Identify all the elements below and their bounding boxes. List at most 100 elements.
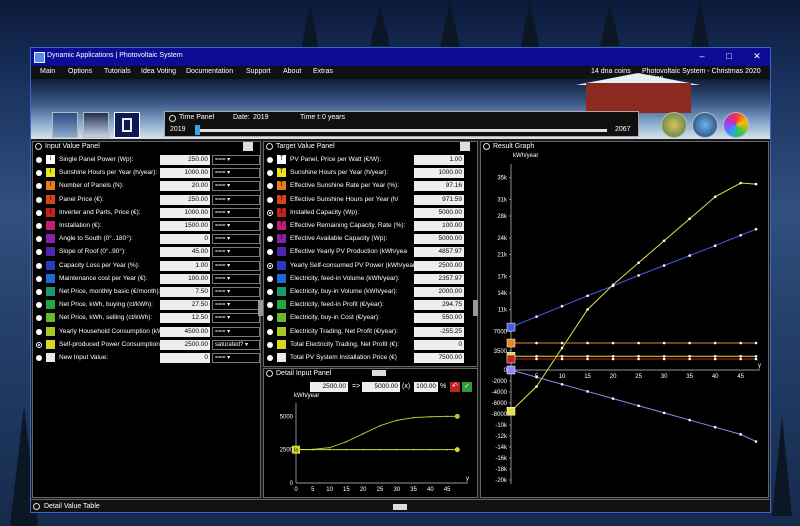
menu-tutorials[interactable]: Tutorials <box>104 68 131 75</box>
select-radio[interactable] <box>267 223 273 229</box>
input-value-field[interactable]: 45.00 <box>160 247 210 258</box>
edit-icon[interactable] <box>460 142 470 151</box>
select-radio[interactable] <box>267 341 273 348</box>
select-radio[interactable] <box>36 223 42 229</box>
select-radio[interactable] <box>36 236 42 243</box>
input-value-field[interactable]: 1000.00 <box>160 168 210 179</box>
color-swatch-icon[interactable] <box>277 273 286 283</box>
color-swatch-icon[interactable]: I <box>46 168 55 178</box>
select-radio[interactable] <box>267 289 273 295</box>
mode-dropdown[interactable]: === ▾ <box>212 155 260 165</box>
color-swatch-icon[interactable] <box>46 300 55 310</box>
color-swatch-icon[interactable] <box>46 313 55 323</box>
select-radio[interactable] <box>267 315 273 322</box>
select-radio[interactable] <box>36 355 42 361</box>
minimize-button[interactable]: – <box>692 50 712 63</box>
color-swatch-icon[interactable] <box>277 300 286 310</box>
mode-dropdown[interactable]: === ▾ <box>212 247 260 258</box>
select-radio[interactable] <box>36 262 42 269</box>
select-radio[interactable] <box>267 157 273 163</box>
input-panel-gear-icon[interactable] <box>35 143 42 150</box>
mode-dropdown[interactable]: === ▾ <box>212 300 260 311</box>
color-swatch-icon[interactable] <box>46 353 55 362</box>
input-value-field[interactable]: 4500.00 <box>160 326 210 337</box>
input-value-field[interactable]: 7.50 <box>160 287 210 297</box>
select-radio[interactable] <box>36 157 42 163</box>
menu-extras[interactable]: Extras <box>313 68 333 75</box>
select-radio[interactable] <box>267 275 273 282</box>
color-swatch-icon[interactable]: I <box>46 194 55 204</box>
select-radio[interactable] <box>267 183 273 190</box>
input-value-field[interactable]: 250.00 <box>160 155 210 165</box>
select-radio[interactable] <box>36 302 42 309</box>
input-value-field[interactable]: 250.00 <box>160 194 210 205</box>
select-radio[interactable] <box>267 262 273 269</box>
time-panel-gear-icon[interactable] <box>169 115 176 122</box>
color-swatch-icon[interactable]: T <box>277 234 286 244</box>
select-radio[interactable] <box>267 236 273 243</box>
color-swatch-icon[interactable]: T <box>277 168 286 178</box>
input-value-field[interactable]: 100.00 <box>160 273 210 284</box>
color-swatch-icon[interactable] <box>46 260 55 270</box>
detail-panel-gear-icon[interactable] <box>266 370 273 377</box>
input-value-field[interactable]: 20.00 <box>160 181 210 192</box>
detail-to-field[interactable]: 5000.00 <box>362 382 400 392</box>
color-swatch-icon[interactable] <box>46 339 55 349</box>
time-slider-handle[interactable] <box>195 125 200 135</box>
earth-globe-icon[interactable] <box>692 112 718 138</box>
color-swatch-icon[interactable]: I <box>46 207 55 217</box>
mode-dropdown[interactable]: === ▾ <box>212 194 260 205</box>
select-radio[interactable] <box>267 170 273 177</box>
select-radio[interactable] <box>36 183 42 190</box>
mode-dropdown[interactable]: saturated? ▾ <box>212 339 260 350</box>
result-graph-gear-icon[interactable] <box>483 143 490 150</box>
collapse-right-handle[interactable] <box>473 300 478 316</box>
mode-dropdown[interactable]: === ▾ <box>212 287 260 297</box>
color-swatch-icon[interactable] <box>46 326 55 336</box>
color-swatch-icon[interactable] <box>46 273 55 283</box>
color-swatch-icon[interactable]: I <box>46 181 55 191</box>
maximize-button[interactable]: □ <box>719 50 739 63</box>
color-swatch-icon[interactable]: T <box>277 155 286 164</box>
select-radio[interactable] <box>267 302 273 309</box>
input-value-field[interactable]: 12.50 <box>160 313 210 324</box>
input-value-field[interactable]: 1.00 <box>160 260 210 271</box>
time-slider-track[interactable] <box>195 129 607 132</box>
mode-dropdown[interactable]: === ▾ <box>212 168 260 179</box>
color-swatch-icon[interactable] <box>277 247 286 257</box>
input-value-field[interactable]: 27.50 <box>160 300 210 311</box>
input-value-field[interactable]: 0 <box>160 234 210 245</box>
sun-globe-icon[interactable] <box>661 112 687 138</box>
apply-check-icon[interactable]: ✓ <box>462 382 472 392</box>
scene-thumbnail-3[interactable] <box>114 112 140 138</box>
menu-idea-voting[interactable]: Idea Voting <box>141 68 176 75</box>
color-swatch-icon[interactable] <box>46 247 55 257</box>
input-value-field[interactable]: 2500.00 <box>160 339 210 350</box>
color-swatch-icon[interactable] <box>277 313 286 323</box>
color-swatch-icon[interactable]: T <box>277 221 286 230</box>
color-swatch-icon[interactable]: T <box>277 207 286 217</box>
color-swatch-icon[interactable] <box>277 260 286 270</box>
select-radio[interactable] <box>36 328 42 335</box>
color-swatch-icon[interactable]: T <box>277 181 286 191</box>
mode-dropdown[interactable]: === ▾ <box>212 221 260 231</box>
edit-icon[interactable] <box>243 142 253 151</box>
detail-from-field[interactable]: 2500.00 <box>310 382 348 392</box>
target-panel-gear-icon[interactable] <box>266 143 273 150</box>
color-swatch-icon[interactable]: i <box>46 155 55 164</box>
color-swatch-icon[interactable] <box>277 326 286 336</box>
select-radio[interactable] <box>36 209 42 216</box>
select-radio[interactable] <box>36 275 42 282</box>
select-radio[interactable] <box>36 341 42 348</box>
color-swatch-icon[interactable] <box>277 339 286 349</box>
scene-thumbnail-1[interactable] <box>52 112 78 138</box>
mode-dropdown[interactable]: === ▾ <box>212 313 260 324</box>
select-radio[interactable] <box>267 328 273 335</box>
color-wheel-icon[interactable] <box>723 112 749 138</box>
color-swatch-icon[interactable] <box>46 287 55 296</box>
mode-dropdown[interactable]: === ▾ <box>212 181 260 192</box>
close-button[interactable]: ✕ <box>747 50 767 63</box>
mode-dropdown[interactable]: === ▾ <box>212 273 260 284</box>
menu-support[interactable]: Support <box>246 68 271 75</box>
menu-about[interactable]: About <box>283 68 301 75</box>
